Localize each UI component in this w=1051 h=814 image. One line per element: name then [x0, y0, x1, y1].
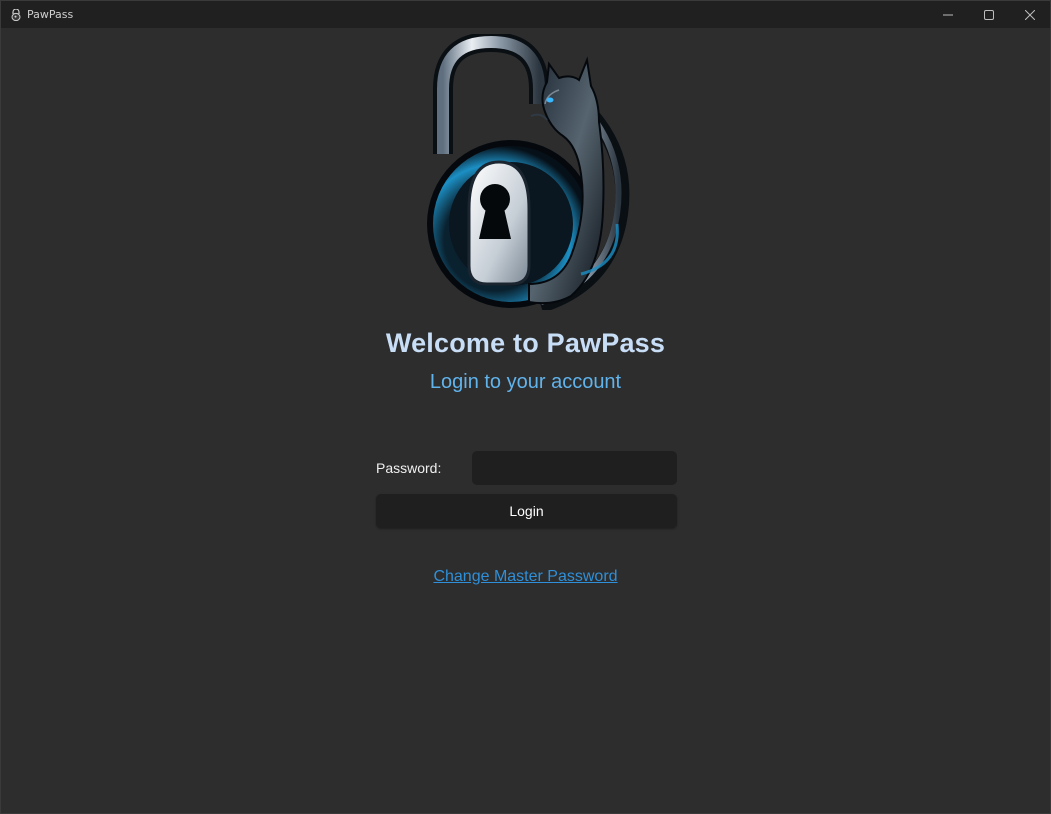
minimize-icon	[942, 14, 953, 15]
close-button[interactable]	[1009, 1, 1050, 28]
welcome-heading: Welcome to PawPass	[385, 328, 666, 358]
login-button[interactable]: Login	[376, 494, 677, 528]
pawpass-cat-lock-icon	[10, 8, 22, 21]
password-field[interactable]	[472, 451, 677, 485]
login-subtitle: Login to your account	[429, 371, 622, 393]
change-password-link-container: Change Master Password	[1, 568, 1050, 586]
login-page: Welcome to PawPass Login to your account…	[1, 28, 1050, 814]
close-icon	[1024, 9, 1035, 20]
password-label: Password:	[376, 460, 442, 476]
maximize-button[interactable]	[968, 1, 1009, 28]
change-master-password-link[interactable]: Change Master Password	[433, 568, 617, 585]
maximize-icon	[983, 9, 994, 20]
app-window: PawPass Welcome to PawPass Login to your…	[0, 0, 1051, 814]
minimize-button[interactable]	[927, 1, 968, 28]
window-controls	[927, 1, 1050, 28]
title-bar[interactable]: PawPass	[1, 1, 1050, 28]
cat-padlock-logo	[427, 34, 630, 310]
window-title: PawPass	[27, 8, 74, 21]
